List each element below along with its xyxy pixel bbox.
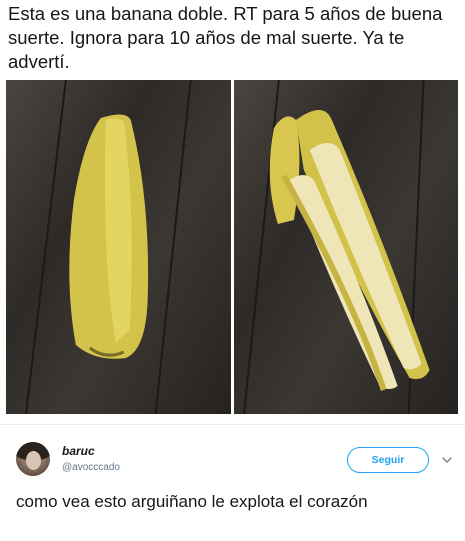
chevron-down-icon[interactable] (440, 453, 454, 467)
banana-closed-image (24, 80, 192, 414)
user-handle[interactable]: @avocccado (62, 462, 120, 473)
avatar-face (26, 451, 41, 470)
reply-text: como vea esto arguiñano le explota el co… (16, 492, 368, 511)
photo-banana-open[interactable] (233, 80, 458, 414)
avatar[interactable] (16, 442, 50, 476)
tweet-photos[interactable] (6, 80, 458, 414)
photo-banana-closed[interactable] (6, 80, 231, 414)
banana-open-image (242, 80, 430, 414)
follow-button[interactable]: Seguir (347, 447, 429, 473)
tweet-text: Esta es una banana doble. RT para 5 años… (8, 3, 443, 72)
reply-tweet: baruc @avocccado Seguir como vea esto ar… (0, 425, 465, 541)
display-name[interactable]: baruc (62, 444, 95, 458)
